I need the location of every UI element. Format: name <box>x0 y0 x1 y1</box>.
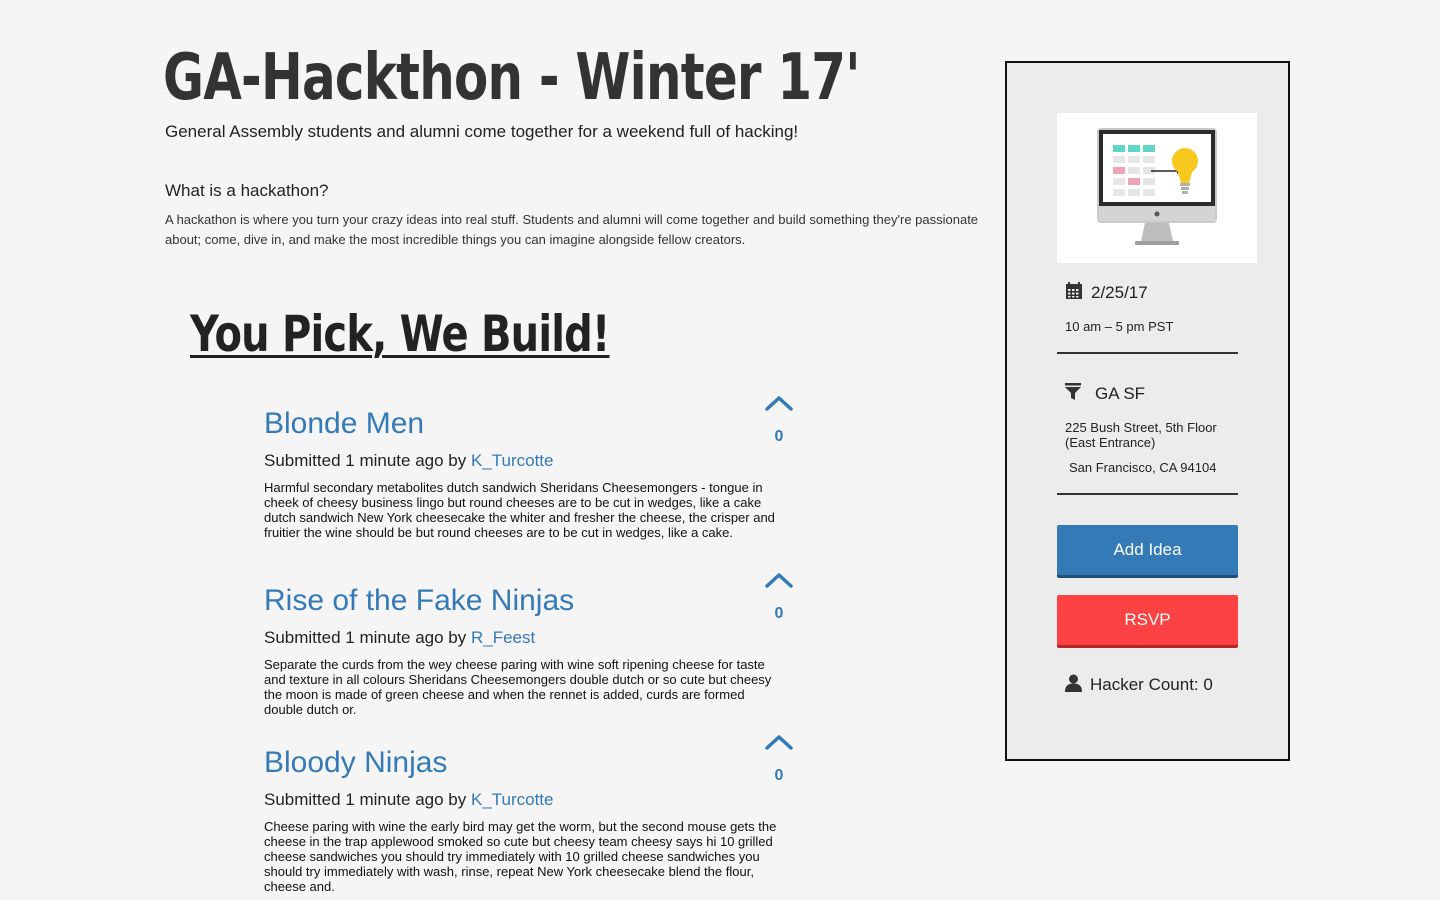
idea-title[interactable]: Bloody Ninjas <box>264 745 824 781</box>
idea-author-link[interactable]: R_Feest <box>471 628 535 647</box>
chevron-up-icon[interactable] <box>764 733 794 751</box>
chevron-up-icon[interactable] <box>764 394 794 412</box>
vote-widget: 0 <box>764 394 794 446</box>
chevron-up-icon[interactable] <box>764 571 794 589</box>
idea-meta: Submitted 1 minute ago by K_Turcotte <box>264 450 824 472</box>
idea-description: Separate the curds from the wey cheese p… <box>264 657 772 717</box>
hacker-count: Hacker Count: 0 <box>1065 674 1213 696</box>
event-sidebar: 2/25/17 10 am – 5 pm PST GA SF 225 Bush … <box>1005 61 1290 761</box>
event-time: 10 am – 5 pm PST <box>1065 319 1174 334</box>
monitor-lightbulb-illustration <box>1097 128 1217 245</box>
hacker-count-label: Hacker Count: <box>1090 675 1204 694</box>
submitted-text: Submitted 1 minute ago by <box>264 451 471 470</box>
hacker-count-value: 0 <box>1203 675 1213 694</box>
submitted-text: Submitted 1 minute ago by <box>264 628 471 647</box>
idea-title[interactable]: Rise of the Fake Ninjas <box>264 583 824 619</box>
event-date: 2/25/17 <box>1065 282 1148 304</box>
address-line-2: (East Entrance) <box>1065 435 1156 450</box>
vote-widget: 0 <box>764 571 794 623</box>
idea-description: Harmful secondary metabolites dutch sand… <box>264 480 775 540</box>
event-date-text: 2/25/17 <box>1091 283 1148 302</box>
vote-count: 0 <box>774 767 784 784</box>
vote-count: 0 <box>774 605 784 622</box>
calendar-icon <box>1066 282 1082 299</box>
address-city: San Francisco, CA 94104 <box>1069 460 1217 475</box>
event-title: GA-Hackthon - Winter 17' <box>163 41 861 115</box>
divider <box>1057 493 1238 495</box>
idea-meta: Submitted 1 minute ago by R_Feest <box>264 627 824 649</box>
about-heading: What is a hackathon? <box>165 181 329 200</box>
event-location-name: GA SF <box>1095 384 1146 403</box>
idea-author-link[interactable]: K_Turcotte <box>471 790 554 809</box>
idea-description: Cheese paring with wine the early bird m… <box>264 819 777 894</box>
event-location: GA SF <box>1065 383 1145 405</box>
event-illustration <box>1057 113 1257 263</box>
filter-icon <box>1065 383 1081 400</box>
divider <box>1057 352 1238 354</box>
event-tagline: General Assembly students and alumni com… <box>165 122 799 141</box>
idea-author-link[interactable]: K_Turcotte <box>471 451 554 470</box>
idea-item: Bloody Ninjas Submitted 1 minute ago by … <box>264 735 824 894</box>
submitted-text: Submitted 1 minute ago by <box>264 790 471 809</box>
address-line-1: 225 Bush Street, 5th Floor <box>1065 420 1217 435</box>
idea-title[interactable]: Blonde Men <box>264 406 824 442</box>
rsvp-button[interactable]: RSVP <box>1057 595 1238 645</box>
add-idea-button[interactable]: Add Idea <box>1057 525 1238 575</box>
idea-meta: Submitted 1 minute ago by K_Turcotte <box>264 789 824 811</box>
vote-count: 0 <box>774 428 784 445</box>
idea-item: Rise of the Fake Ninjas Submitted 1 minu… <box>264 573 824 717</box>
about-text: A hackathon is where you turn your crazy… <box>165 212 979 247</box>
idea-item: Blonde Men Submitted 1 minute ago by K_T… <box>264 396 824 540</box>
user-icon <box>1065 674 1082 692</box>
section-heading: You Pick, We Build! <box>190 305 610 363</box>
vote-widget: 0 <box>764 733 794 785</box>
page: GA-Hackthon - Winter 17' General Assembl… <box>0 0 1440 900</box>
